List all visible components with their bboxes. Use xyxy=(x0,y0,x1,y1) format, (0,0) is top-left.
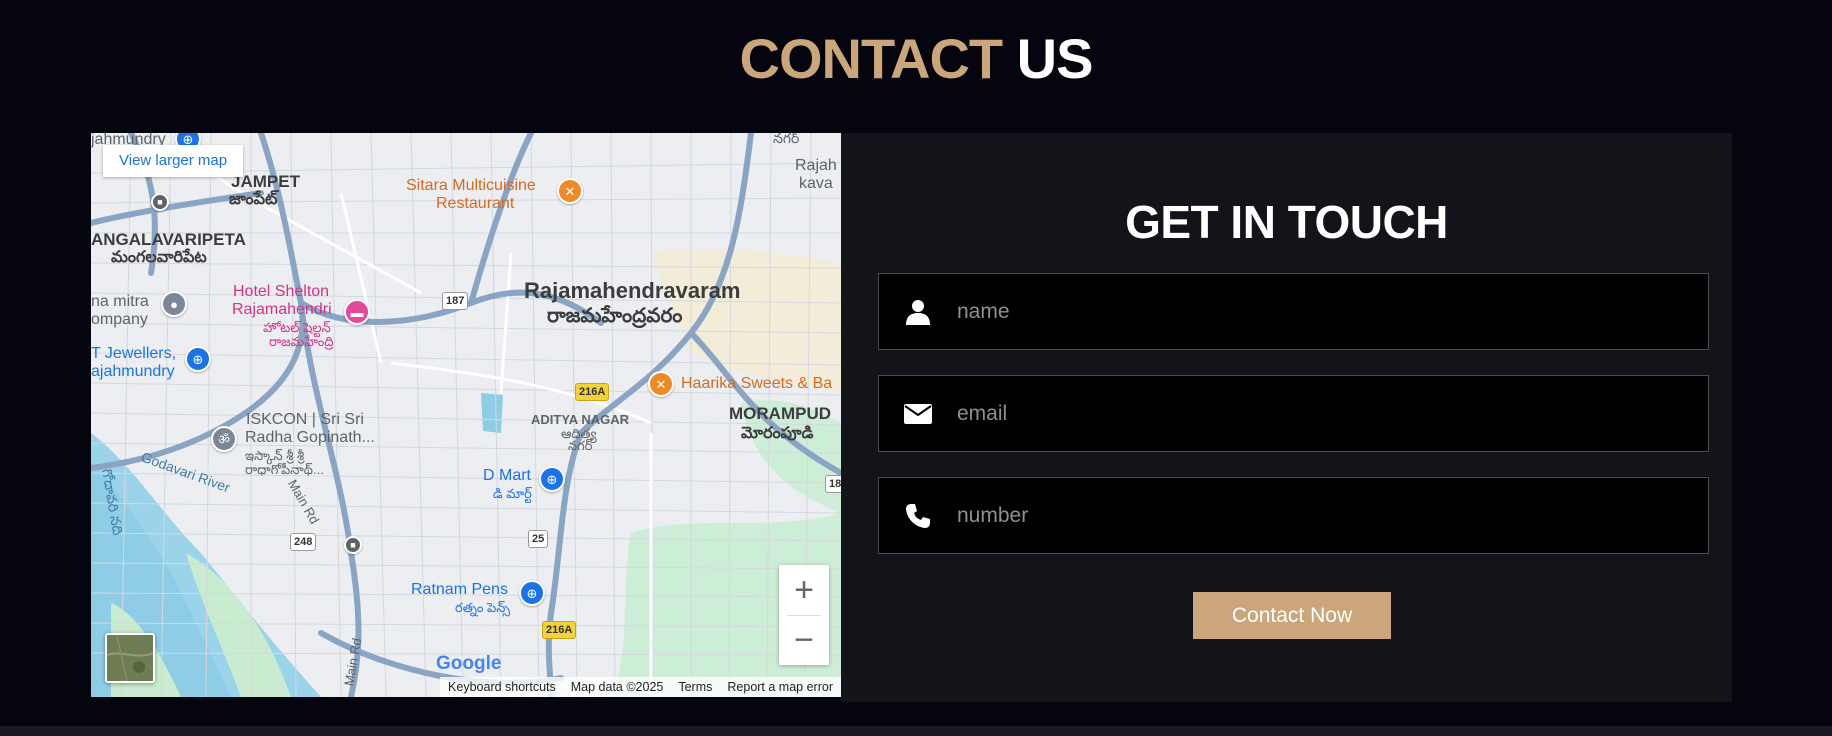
section-title-plain: US xyxy=(1016,27,1094,90)
map-label-top-right-2: kava xyxy=(799,175,833,192)
map-attribution: Keyboard shortcuts Map data ©2025 Terms … xyxy=(440,677,841,697)
name-field xyxy=(878,273,1709,350)
zoom-out-button[interactable]: − xyxy=(779,615,829,665)
transit-pin-icon[interactable]: ■ xyxy=(151,193,169,211)
terms-link[interactable]: Terms xyxy=(678,680,712,694)
map-label-mangalavaripeta-te: మంగలవారిపేట xyxy=(111,249,207,266)
contact-form-panel: GET IN TOUCH Contact Now xyxy=(841,133,1732,702)
map-label-mangalavaripeta: ANGALAVARIPETA xyxy=(91,230,246,249)
map-label-iskcon-te2: రాధాగోపీనాథ్... xyxy=(245,462,324,477)
route-shield-25: 25 xyxy=(528,530,549,548)
number-field xyxy=(878,477,1709,554)
map-label-jewellers-2: ajahmundry xyxy=(91,363,175,380)
route-shield-18: 18 xyxy=(825,475,841,493)
shopping-bag-pin-icon[interactable]: ⊕ xyxy=(185,346,211,372)
place-pin-icon[interactable]: ● xyxy=(161,291,187,317)
name-input[interactable] xyxy=(957,274,1708,349)
report-map-error-link[interactable]: Report a map error xyxy=(727,680,833,694)
number-input[interactable] xyxy=(957,478,1708,553)
hotel-pin-icon[interactable]: ▬ xyxy=(344,299,370,325)
route-shield-216a: 216A xyxy=(575,383,610,401)
restaurant-pin-icon-2[interactable]: ✕ xyxy=(648,371,674,397)
map-label-mitra-1: na mitra xyxy=(91,293,149,310)
map-label-iskcon-2: Radha Gopinath... xyxy=(245,429,375,446)
map-label-jewellers-1: T Jewellers, xyxy=(91,345,177,362)
restaurant-pin-icon[interactable]: ✕ xyxy=(557,178,583,204)
section-title-accent: CONTACT xyxy=(739,27,1004,90)
section-title: CONTACT US xyxy=(0,26,1832,91)
map-label-dmart: D Mart xyxy=(483,467,531,484)
google-logo: Google xyxy=(436,653,502,674)
map-label-hotel-2: Rajamahendri xyxy=(232,301,332,318)
map-label-city-te: రాజమహేంద్రవరం xyxy=(547,305,683,327)
map-label-top-right-1: Rajah xyxy=(795,157,837,174)
zoom-controls: + − xyxy=(779,565,829,665)
map-label-city: Rajamahendravaram xyxy=(524,278,741,303)
map-label-aditya-te2: నగర్ xyxy=(568,438,593,453)
user-icon xyxy=(879,299,957,325)
zoom-in-button[interactable]: + xyxy=(779,565,829,615)
phone-icon xyxy=(879,503,957,529)
view-larger-map-link[interactable]: View larger map xyxy=(103,145,244,177)
zoom-divider xyxy=(787,615,821,616)
keyboard-shortcuts-link[interactable]: Keyboard shortcuts xyxy=(448,680,556,694)
footer-strip xyxy=(0,726,1832,736)
transit-pin-icon-2[interactable]: ■ xyxy=(344,536,362,554)
map-label-hotel-1: Hotel Shelton xyxy=(233,283,330,300)
map-label-morampudi-te: మోరంపూడి xyxy=(741,425,814,442)
satellite-toggle-button[interactable] xyxy=(105,633,155,683)
map-label-morampudi: MORAMPUD xyxy=(729,404,831,423)
map-data-text: Map data ©2025 xyxy=(570,680,664,694)
satellite-thumbnail-icon xyxy=(106,634,154,682)
temple-pin-icon[interactable]: ॐ xyxy=(211,426,237,452)
map-label-sitara-1: Sitara Multicuisine xyxy=(406,177,536,194)
map-label-haarika: Haarika Sweets & Ba xyxy=(681,375,833,392)
map-label-iskcon-1: ISKCON | Sri Sri xyxy=(246,411,364,428)
email-input[interactable] xyxy=(957,376,1708,451)
map-label-sitara-2: Restaurant xyxy=(436,195,515,212)
shopping-pin-icon-2[interactable]: ⊕ xyxy=(519,580,545,606)
route-shield-187: 187 xyxy=(442,292,469,310)
map-label-jampet-te: జాంపేట్ xyxy=(229,191,278,208)
map-label-mitra-2: ompany xyxy=(91,311,148,328)
envelope-icon xyxy=(879,403,957,424)
map-label-hotel-te2: రాజమహేంద్రి xyxy=(269,334,334,349)
map-label-top-nagar: నగర్ xyxy=(773,133,800,146)
route-shield-216a-2: 216A xyxy=(542,621,577,639)
route-shield-248: 248 xyxy=(290,533,317,551)
cart-pin-icon[interactable]: ⊕ xyxy=(539,466,565,492)
contact-now-button[interactable]: Contact Now xyxy=(1193,592,1391,639)
embedded-map[interactable]: jahmundry ⊕ JAMPET జాంపేట్ ■ Sitara Mult… xyxy=(91,133,841,697)
map-label-ratnam-te: రత్నం పెన్స్ xyxy=(455,600,511,615)
map-label-ratnam: Ratnam Pens xyxy=(411,581,508,598)
form-title: GET IN TOUCH xyxy=(1125,196,1448,248)
email-field xyxy=(878,375,1709,452)
map-label-dmart-te: డి మార్ట్ xyxy=(493,486,532,501)
